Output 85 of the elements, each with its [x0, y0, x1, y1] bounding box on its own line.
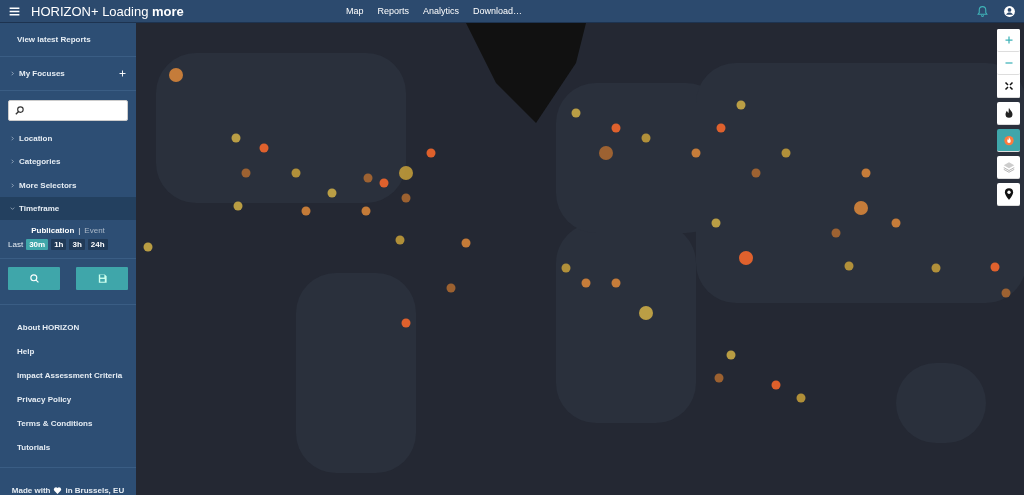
event-marker[interactable] — [291, 168, 301, 178]
last-label: Last — [8, 240, 24, 249]
event-marker[interactable] — [711, 218, 721, 228]
event-marker[interactable] — [844, 261, 854, 271]
event-marker[interactable] — [639, 306, 653, 320]
event-marker[interactable] — [831, 228, 841, 238]
nav-link[interactable]: Download… — [473, 6, 523, 16]
event-marker[interactable] — [599, 146, 613, 160]
event-marker[interactable] — [641, 133, 651, 143]
event-marker[interactable] — [990, 262, 1000, 272]
event-marker[interactable] — [611, 278, 621, 288]
timeframe-mode-tab[interactable]: Event — [84, 226, 105, 235]
event-marker[interactable] — [561, 263, 571, 273]
focuses-toggle[interactable]: My Focuses — [19, 68, 65, 78]
filter-toggle[interactable]: Timeframe — [19, 203, 60, 213]
fullscreen-icon — [1002, 80, 1015, 92]
sidebar-link[interactable]: Help — [0, 339, 136, 363]
event-marker[interactable] — [259, 143, 269, 153]
event-marker[interactable] — [581, 278, 591, 288]
time-range-chip[interactable]: 24h — [87, 239, 108, 250]
filter-toggle[interactable]: Categories — [19, 157, 61, 167]
nav-link[interactable]: Reports — [377, 6, 410, 16]
event-marker[interactable] — [379, 178, 389, 188]
event-marker[interactable] — [716, 123, 726, 133]
event-marker[interactable] — [143, 242, 153, 252]
event-marker[interactable] — [401, 318, 411, 328]
sidebar-link[interactable]: Impact Assessment Criteria — [0, 363, 136, 387]
separator-text: | — [78, 226, 81, 235]
event-marker[interactable] — [796, 393, 806, 403]
search-icon — [28, 273, 40, 284]
timeframe-mode-tab[interactable]: Publication — [31, 226, 75, 235]
sidebar-link[interactable]: Terms & Conditions — [0, 411, 136, 435]
event-marker[interactable] — [854, 201, 868, 215]
event-marker[interactable] — [399, 166, 413, 180]
fireball-icon — [1001, 133, 1016, 147]
footer-text: Made with — [11, 486, 51, 495]
event-marker[interactable] — [611, 123, 621, 133]
event-marker[interactable] — [461, 238, 471, 248]
search-field[interactable] — [8, 99, 128, 122]
heart-icon — [53, 486, 63, 495]
event-marker[interactable] — [931, 263, 941, 273]
event-marker[interactable] — [426, 148, 436, 158]
event-marker[interactable] — [771, 380, 781, 390]
app-title: HORIZON+ Loading more — [31, 3, 185, 19]
event-marker[interactable] — [571, 108, 581, 118]
event-marker[interactable] — [241, 168, 251, 178]
event-marker[interactable] — [891, 218, 901, 228]
event-marker[interactable] — [714, 373, 724, 383]
event-marker[interactable] — [327, 188, 337, 198]
filter-toggle[interactable]: More Selectors — [19, 180, 77, 190]
layer-toggle[interactable] — [997, 156, 1020, 179]
event-marker[interactable] — [301, 206, 311, 216]
event-marker[interactable] — [691, 148, 701, 158]
layers-icon — [1001, 160, 1016, 174]
time-range-chip[interactable]: 1h — [51, 239, 67, 250]
event-marker[interactable] — [169, 68, 183, 82]
event-marker[interactable] — [736, 100, 746, 110]
nav-link[interactable]: Analytics — [423, 6, 460, 16]
event-marker[interactable] — [739, 251, 753, 265]
event-marker[interactable] — [781, 148, 791, 158]
nav-link[interactable]: Map — [346, 6, 364, 16]
event-marker[interactable] — [1001, 288, 1011, 298]
event-marker[interactable] — [751, 168, 761, 178]
sidebar-link[interactable]: About HORIZON — [0, 315, 136, 339]
event-marker[interactable] — [446, 283, 456, 293]
layer-toggle[interactable] — [997, 102, 1020, 125]
plus-icon[interactable] — [118, 68, 127, 78]
sidebar-link[interactable]: Tutorials — [0, 435, 136, 459]
layer-toggle[interactable] — [997, 129, 1020, 152]
footer-text: in Brussels, EU — [65, 486, 125, 495]
search-icon — [14, 104, 25, 116]
event-marker[interactable] — [361, 206, 371, 216]
event-marker[interactable] — [861, 168, 871, 178]
sidebar-link[interactable]: Privacy Policy — [0, 387, 136, 411]
event-marker[interactable] — [395, 235, 405, 245]
bell-icon[interactable] — [976, 4, 989, 18]
event-marker[interactable] — [726, 350, 736, 360]
event-marker[interactable] — [231, 133, 241, 143]
filter-toggle[interactable]: Location — [19, 134, 53, 144]
user-icon[interactable] — [1003, 4, 1016, 18]
layer-toggle[interactable] — [997, 183, 1020, 206]
event-marker[interactable] — [233, 201, 243, 211]
event-marker[interactable] — [363, 173, 373, 183]
time-range-chip[interactable]: 3h — [69, 239, 85, 250]
event-marker[interactable] — [401, 193, 411, 203]
